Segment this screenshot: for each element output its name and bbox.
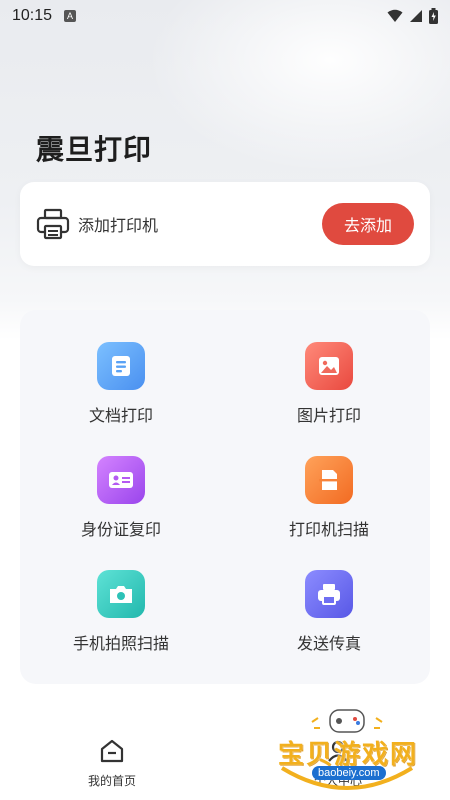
- func-image-print[interactable]: 图片打印: [249, 342, 409, 442]
- wifi-icon: [387, 9, 403, 22]
- status-indicators: [387, 8, 438, 24]
- func-send-fax[interactable]: 发送传真: [249, 570, 409, 670]
- app-title: 震旦打印: [36, 133, 153, 166]
- func-id-copy[interactable]: 身份证复印: [41, 456, 201, 556]
- document-icon: [97, 342, 145, 390]
- image-icon: [305, 342, 353, 390]
- func-label: 图片打印: [296, 406, 361, 425]
- nav-home-label: 我的首页: [87, 774, 136, 788]
- battery-icon: [429, 8, 438, 24]
- camera-icon: [97, 570, 145, 618]
- func-document-print[interactable]: 文档打印: [41, 342, 201, 442]
- notification-icon: A: [64, 10, 77, 22]
- watermark-logo: 宝贝游戏网 baobeiy.com: [272, 708, 422, 792]
- func-printer-scan[interactable]: 打印机扫描: [249, 456, 409, 556]
- home-icon: [100, 739, 124, 763]
- status-bar: 10:15 A: [0, 0, 450, 32]
- nav-home[interactable]: 我的首页: [52, 738, 172, 789]
- add-printer-button[interactable]: 去添加: [322, 203, 414, 245]
- status-time: 10:15: [12, 7, 53, 24]
- func-label: 文档打印: [88, 406, 153, 425]
- func-camera-scan[interactable]: 手机拍照扫描: [41, 570, 201, 670]
- id-card-icon: [97, 456, 145, 504]
- signal-icon: [410, 10, 422, 22]
- func-label: 身份证复印: [80, 520, 161, 539]
- func-label: 手机拍照扫描: [72, 634, 169, 653]
- func-label: 发送传真: [296, 634, 361, 653]
- add-printer-label: 添加打印机: [78, 216, 159, 235]
- watermark-url: baobeiy.com: [312, 766, 386, 780]
- fax-icon: [305, 570, 353, 618]
- scanner-icon: [305, 456, 353, 504]
- function-panel: 文档打印 图片打印 身份证复印 打印机扫描 手机拍照扫描 发送传真: [20, 310, 430, 684]
- func-label: 打印机扫描: [288, 520, 369, 539]
- printer-icon: [36, 207, 70, 241]
- add-printer-card[interactable]: 添加打印机 去添加: [20, 182, 430, 266]
